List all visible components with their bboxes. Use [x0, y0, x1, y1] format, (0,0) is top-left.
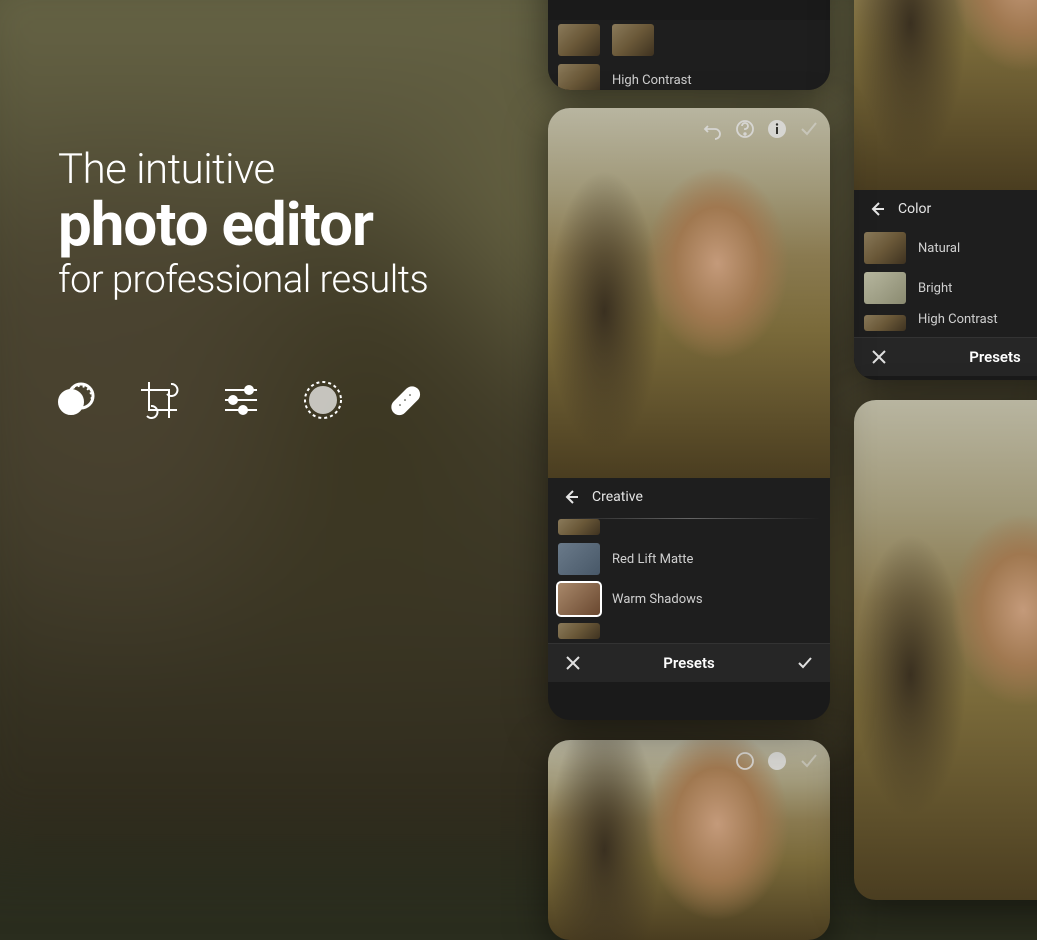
close-icon[interactable] [870, 348, 888, 366]
help-icon[interactable] [734, 118, 756, 140]
adjust-icon [219, 378, 263, 426]
crop-icon [137, 378, 181, 426]
help-icon[interactable] [734, 750, 756, 772]
preset-item[interactable]: Red Lift Matte [556, 539, 822, 579]
photo-preview[interactable] [854, 0, 1037, 190]
hero-text-block: The intuitive photo editor for professio… [58, 145, 428, 302]
bottom-bar: Presets [548, 643, 830, 682]
preset-thumb [558, 623, 600, 639]
preset-item[interactable]: High Contrast [556, 60, 822, 90]
preset-item[interactable] [556, 619, 822, 637]
photo-preview[interactable] [548, 108, 830, 478]
undo-icon[interactable] [702, 118, 724, 140]
preset-item[interactable] [556, 525, 822, 539]
tool-icon-row [55, 378, 427, 426]
preset-thumb [864, 272, 906, 304]
preset-thumb [864, 232, 906, 264]
preset-thumb [864, 315, 906, 331]
category-label: Creative [592, 489, 643, 505]
preset-label: Bright [918, 281, 952, 296]
preset-label: Warm Shadows [612, 592, 703, 607]
panel-header[interactable]: Creative [548, 478, 830, 516]
preset-label: Natural [918, 241, 960, 256]
preset-thumb [558, 64, 600, 90]
bottom-title: Presets [969, 348, 1021, 366]
mask-icon [301, 378, 345, 426]
back-arrow-icon [562, 488, 580, 506]
hero-line-1: The intuitive [58, 145, 428, 194]
bottom-title: Presets [663, 654, 715, 672]
bottom-bar: Presets [854, 337, 1037, 376]
preset-item[interactable]: Warm Shadows [556, 579, 822, 619]
photo-topbar [734, 750, 820, 772]
close-icon[interactable] [564, 654, 582, 672]
preset-item[interactable]: High Contrast [862, 308, 1037, 331]
preset-list[interactable]: Red Lift Matte Warm Shadows [548, 525, 830, 643]
preset-label: Red Lift Matte [612, 552, 693, 567]
check-icon[interactable] [796, 654, 814, 672]
preset-panel: Creative Red Lift Matte Warm Shadows [548, 478, 830, 682]
panel-header[interactable]: Color [854, 190, 1037, 228]
phone-mockup-top: High Contrast Presets [548, 0, 830, 90]
preset-item[interactable] [556, 20, 822, 60]
preset-item[interactable]: Bright [862, 268, 1037, 308]
info-icon[interactable] [766, 750, 788, 772]
check-icon[interactable] [798, 118, 820, 140]
category-label: Color [898, 201, 931, 217]
info-icon[interactable] [766, 118, 788, 140]
preset-thumb [558, 543, 600, 575]
hero-line-3: for professional results [58, 258, 428, 302]
phone-mockup-right-top: Color Natural Bright High Contrast Prese… [854, 0, 1037, 380]
preset-thumb [558, 519, 600, 535]
photo-topbar [702, 118, 820, 140]
photo-preview[interactable] [854, 400, 1037, 900]
hero-line-2: photo editor [58, 189, 428, 260]
back-arrow-icon [868, 200, 886, 218]
preset-label: High Contrast [612, 73, 692, 88]
check-icon[interactable] [798, 750, 820, 772]
preset-list[interactable]: Natural Bright High Contrast [854, 228, 1037, 337]
photo-preview [548, 740, 830, 940]
presets-icon [55, 378, 99, 426]
preset-item[interactable]: Natural [862, 228, 1037, 268]
phone-mockup-bottom [548, 740, 830, 940]
heal-icon [383, 378, 427, 426]
preset-thumb-selected [558, 583, 600, 615]
phone-mockup-right-mid [854, 400, 1037, 900]
preset-label: High Contrast [918, 312, 998, 327]
phone-mockup-main: Creative Red Lift Matte Warm Shadows [548, 108, 830, 720]
preset-panel: Color Natural Bright High Contrast Prese… [854, 190, 1037, 376]
